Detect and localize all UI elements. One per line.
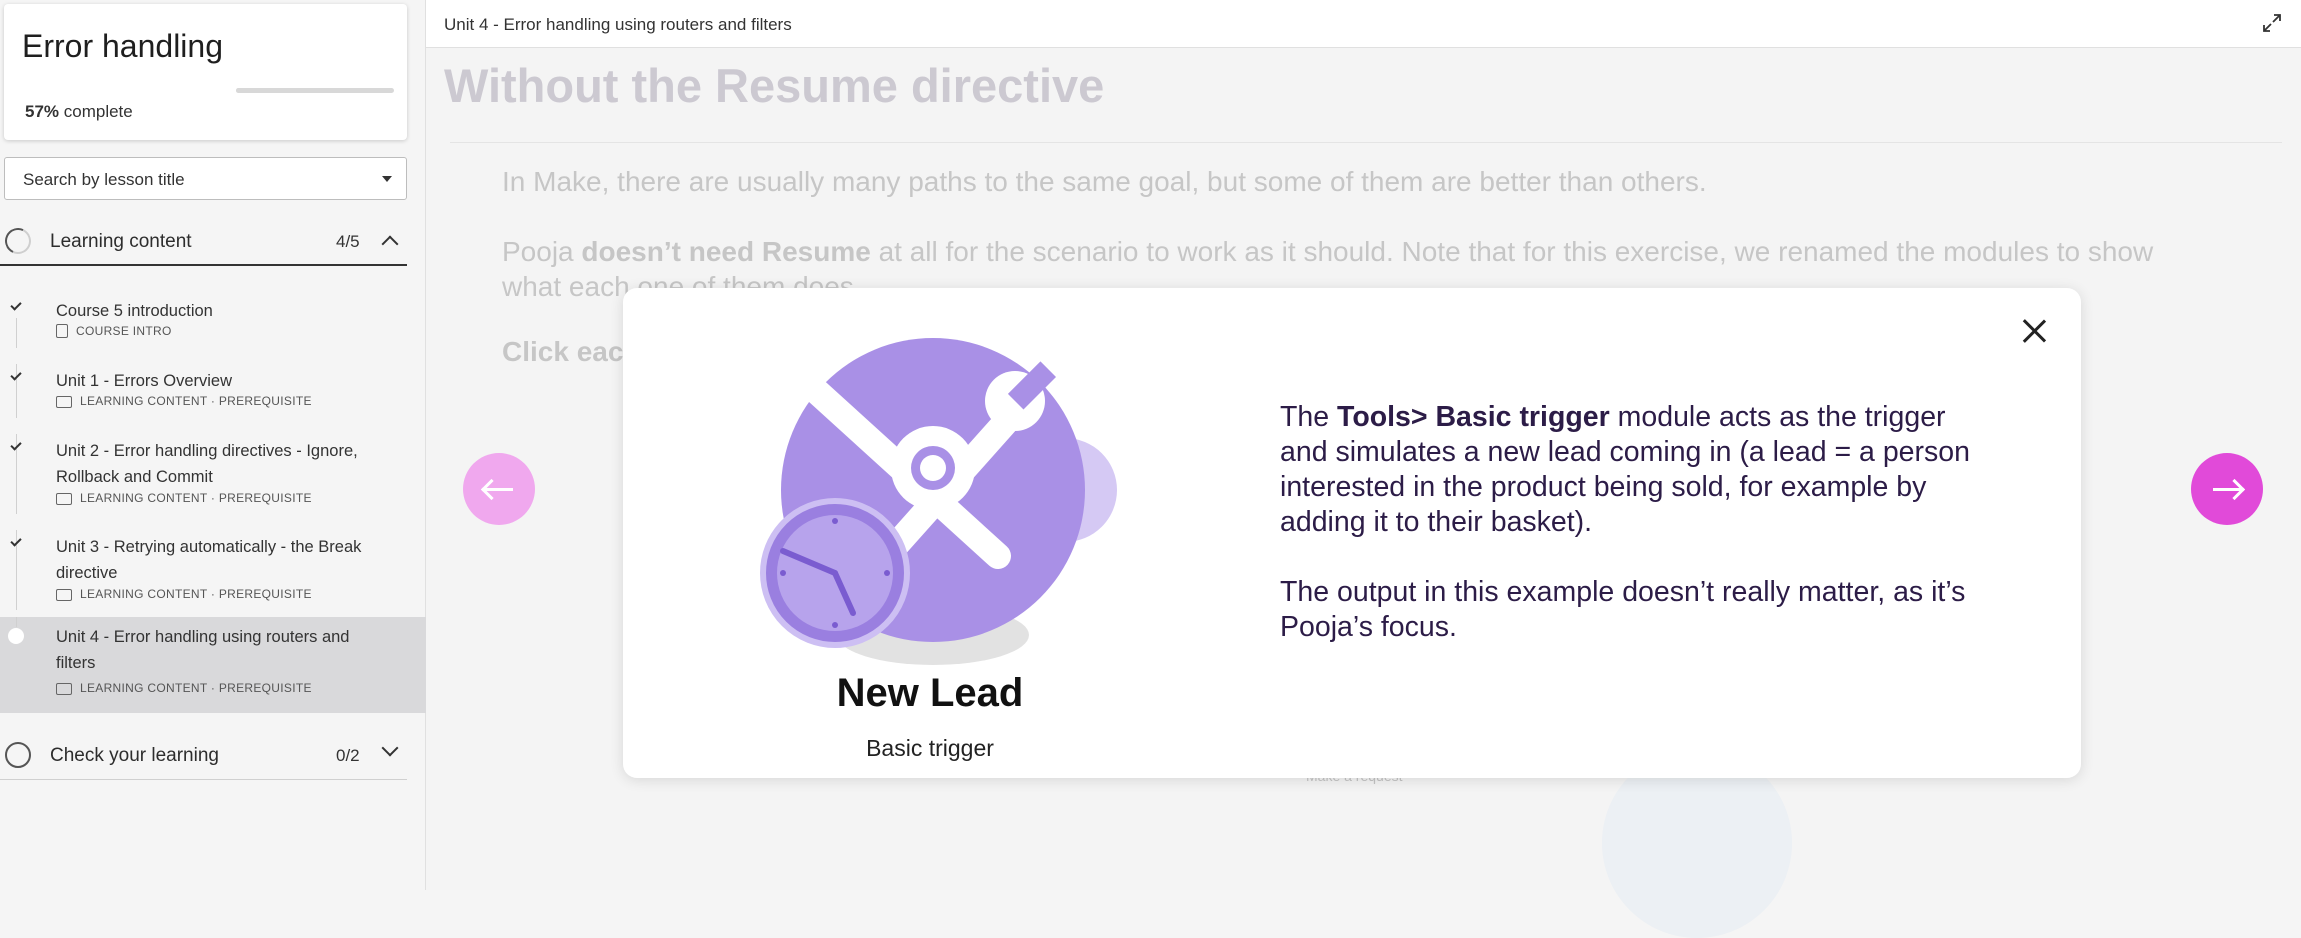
document-icon [56, 324, 68, 338]
module-subtitle: Basic trigger [866, 735, 994, 761]
lesson-item[interactable]: Course 5 introduction COURSE INTRO [0, 294, 426, 348]
divider [450, 142, 2282, 143]
presentation-icon [56, 683, 72, 695]
presentation-icon [56, 589, 72, 601]
lesson-item-current[interactable]: Unit 4 - Error handling using routers an… [0, 617, 426, 713]
tools-module-icon [760, 338, 1117, 665]
progress-text: 57% complete [25, 102, 133, 122]
lesson-paragraph-text: Pooja [502, 236, 582, 267]
lesson-rail [16, 617, 17, 627]
lesson-meta: LEARNING CONTENT · PREREQUISITE [56, 394, 312, 408]
lesson-heading: Without the Resume directive [444, 59, 1105, 112]
lesson-topbar: Unit 4 - Error handling using routers an… [426, 0, 2301, 48]
progress-bar-fill [236, 88, 327, 93]
sidebar: Error handling 57% complete Search by le… [0, 0, 426, 890]
lesson-meta-text: LEARNING CONTENT · PREREQUISITE [80, 681, 312, 695]
lesson-meta: COURSE INTRO [56, 324, 172, 338]
current-dot-icon [8, 628, 24, 644]
progress-suffix: complete [59, 102, 133, 121]
lesson-breadcrumb: Unit 4 - Error handling using routers an… [444, 15, 792, 34]
modal-text-bold: Tools> Basic trigger [1337, 401, 1610, 433]
arrow-left-icon [485, 488, 513, 491]
hotspot-modal: New Lead Basic trigger The Tools> Basic … [623, 288, 2081, 778]
section-title: Learning content [50, 231, 192, 252]
lesson-search-placeholder: Search by lesson title [23, 170, 185, 189]
lesson-search-select[interactable]: Search by lesson title [4, 157, 407, 200]
course-title: Error handling [22, 28, 223, 64]
presentation-icon [56, 493, 72, 505]
next-button[interactable] [2191, 453, 2263, 525]
lesson-meta-text: LEARNING CONTENT · PREREQUISITE [80, 394, 312, 408]
module-name: New Lead [836, 671, 1024, 715]
progress-ring-icon [1, 224, 35, 258]
checkmark-icon [10, 369, 22, 381]
lesson-item[interactable]: Unit 1 - Errors Overview LEARNING CONTEN… [0, 364, 426, 418]
section-title: Check your learning [50, 745, 219, 766]
progress-percent: 57% [25, 102, 60, 121]
lesson-item[interactable]: Unit 3 - Retrying automatically - the Br… [0, 530, 426, 610]
lesson-meta-text: COURSE INTRO [76, 324, 172, 338]
checkmark-icon [10, 535, 22, 547]
lesson-title: Unit 3 - Retrying automatically - the Br… [56, 538, 362, 582]
previous-button[interactable] [463, 453, 535, 525]
section-count: 4/5 [336, 232, 360, 251]
lesson-meta-text: LEARNING CONTENT · PREREQUISITE [80, 587, 312, 601]
lesson-title: Unit 2 - Error handling directives - Ign… [56, 442, 358, 486]
modal-paragraph: The Tools> Basic trigger module acts as … [1280, 400, 1980, 540]
lesson-meta: LEARNING CONTENT · PREREQUISITE [56, 587, 312, 601]
section-learning-content[interactable]: Learning content 4/5 [0, 216, 407, 266]
close-icon[interactable] [2017, 314, 2051, 348]
lesson-item[interactable]: Unit 2 - Error handling directives - Ign… [0, 434, 426, 514]
arrow-right-icon [2213, 488, 2241, 491]
lesson-title: Unit 4 - Error handling using routers an… [56, 628, 350, 672]
chevron-up-icon [381, 235, 399, 253]
checkmark-icon [10, 439, 22, 451]
course-card: Error handling 57% complete [4, 4, 407, 140]
chevron-down-icon [381, 739, 399, 757]
expand-icon[interactable] [2263, 14, 2281, 32]
checkmark-icon [10, 299, 22, 311]
lesson-meta-text: LEARNING CONTENT · PREREQUISITE [80, 491, 312, 505]
caret-down-icon [382, 176, 392, 182]
lesson-meta: LEARNING CONTENT · PREREQUISITE [56, 681, 312, 695]
lesson-title: Unit 1 - Errors Overview [56, 372, 233, 390]
section-check-your-learning[interactable]: Check your learning 0/2 [0, 730, 407, 780]
lesson-paragraph-bold: doesn’t need Resume [581, 236, 871, 267]
modal-text: The [1280, 401, 1338, 433]
modal-description: The Tools> Basic trigger module acts as … [1280, 400, 1980, 680]
lesson-title: Course 5 introduction [56, 302, 213, 320]
section-count: 0/2 [336, 746, 360, 765]
progress-ring-icon [5, 742, 31, 768]
lesson-meta: LEARNING CONTENT · PREREQUISITE [56, 491, 312, 505]
lesson-rail [16, 318, 17, 348]
presentation-icon [56, 396, 72, 408]
modal-paragraph: The output in this example doesn’t reall… [1280, 576, 1966, 643]
lesson-paragraph: In Make, there are usually many paths to… [502, 166, 1707, 197]
progress-bar [236, 88, 394, 93]
